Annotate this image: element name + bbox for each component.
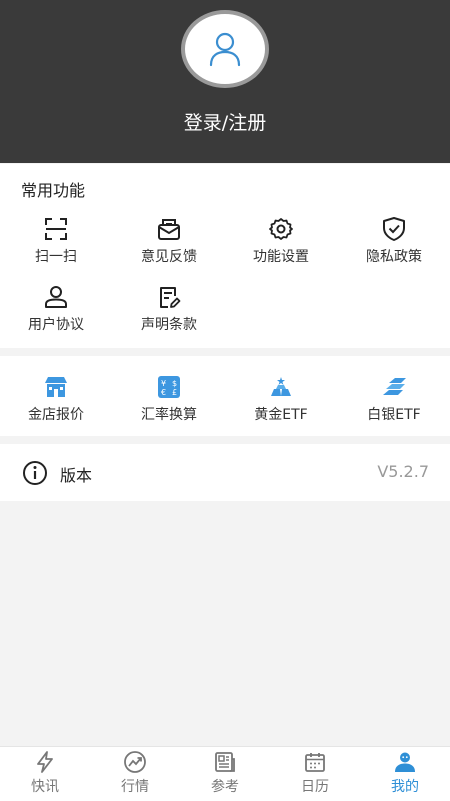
shield-check-icon: [383, 217, 405, 241]
info-icon: [23, 461, 47, 485]
user-avatar-icon: [209, 32, 241, 67]
privacy-policy-button[interactable]: 隐私政策: [338, 216, 450, 266]
gold-etf-button[interactable]: 黄金ETF: [225, 374, 337, 424]
svg-text:£: £: [172, 388, 177, 397]
svg-text:$: $: [172, 379, 177, 388]
tab-market[interactable]: 行情: [90, 750, 180, 796]
silver-bars-icon: [383, 378, 406, 395]
profile-header: 登录/注册: [0, 0, 450, 163]
gear-icon: [269, 218, 293, 240]
profile-icon: [395, 752, 415, 772]
terms-button[interactable]: 声明条款: [113, 284, 225, 334]
calendar-icon: [305, 753, 325, 772]
empty-area: [0, 501, 450, 746]
silver-etf-button[interactable]: 白银ETF: [338, 374, 450, 424]
version-row[interactable]: 版本 V5.2.7: [0, 444, 450, 501]
lightning-icon: [37, 751, 53, 773]
svg-text:¥: ¥: [161, 379, 166, 388]
svg-text:€: €: [161, 388, 166, 397]
trend-icon: [124, 751, 146, 773]
document-edit-icon: [160, 287, 181, 308]
settings-button[interactable]: 功能设置: [225, 216, 337, 266]
section-title: 常用功能: [21, 181, 86, 200]
user-icon: [45, 286, 67, 308]
version-value: V5.2.7: [377, 462, 429, 481]
currency-exchange-icon: ¥ $ € £: [158, 376, 180, 398]
gold-shop-icon: [45, 377, 67, 397]
avatar[interactable]: [181, 10, 269, 88]
feedback-icon: [158, 219, 180, 240]
tools-section: 金店报价 ¥ $ € £ 汇率换算 黄金ETF 白银ETF: [0, 356, 450, 436]
currency-converter-button[interactable]: ¥ $ € £ 汇率换算: [113, 374, 225, 424]
tab-calendar[interactable]: 日历: [270, 750, 360, 796]
feedback-button[interactable]: 意见反馈: [113, 216, 225, 266]
common-functions-section: 常用功能 扫一扫 意见反馈 功能设置 隐私政策 用户协议 声明条款: [0, 164, 450, 348]
scan-button[interactable]: 扫一扫: [0, 216, 112, 266]
tab-news-flash[interactable]: 快讯: [0, 750, 90, 796]
tab-reference[interactable]: 参考: [180, 750, 270, 796]
version-label: 版本: [60, 466, 93, 485]
scan-icon: [45, 218, 67, 240]
news-icon: [215, 752, 235, 772]
gold-shop-price-button[interactable]: 金店报价: [0, 374, 112, 424]
user-agreement-button[interactable]: 用户协议: [0, 284, 112, 334]
tab-mine[interactable]: 我的: [360, 750, 450, 796]
login-register-link[interactable]: 登录/注册: [0, 108, 450, 135]
gold-bars-icon: [271, 377, 291, 396]
bottom-tab-bar: 快讯 行情 参考 日历 我的: [0, 746, 450, 801]
